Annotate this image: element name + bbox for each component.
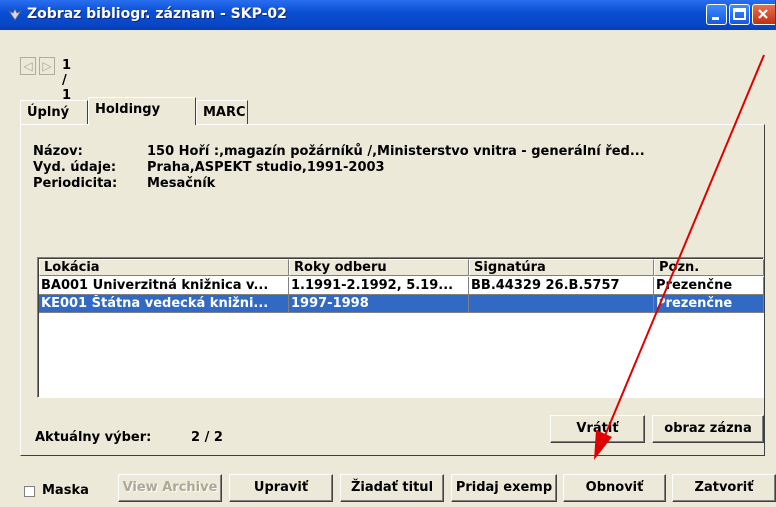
previous-record-button[interactable]: ◁ (20, 57, 36, 75)
title-value: 150 Hoří :,magazín požárníků /,Ministers… (147, 144, 645, 159)
tab-marc[interactable]: MARC (196, 100, 248, 124)
window: Zobraz bibliogr. záznam - SKP-02 ◁ ▷ 1 /… (0, 0, 776, 507)
cell-note: Prezenčne (654, 295, 764, 313)
cell-years: 1.1991-2.1992, 5.19... (289, 277, 469, 295)
request-title-button[interactable]: Žiadať titul (340, 474, 444, 502)
minimize-icon (712, 17, 719, 20)
cell-signature (469, 295, 654, 313)
current-selection-value: 2 / 2 (191, 430, 223, 445)
next-record-button[interactable]: ▷ (39, 57, 55, 75)
maximize-button[interactable] (729, 4, 750, 25)
column-header-years[interactable]: Roky odberu (289, 259, 469, 276)
column-header-note[interactable]: Pozn. (654, 259, 764, 276)
cell-location: KE001 Štátna vedecká knižni... (39, 295, 289, 313)
refresh-button[interactable]: Obnoviť (563, 474, 666, 502)
publisher-label: Vyd. údaje: (33, 160, 117, 175)
tab-label: MARC (203, 105, 246, 120)
app-icon (8, 8, 22, 21)
maximize-icon (733, 8, 746, 20)
column-header-signature[interactable]: Signatúra (469, 259, 654, 276)
tab-label: Úplný (27, 105, 70, 120)
close-button[interactable]: Zatvoriť (672, 474, 776, 502)
back-button[interactable]: Vrátiť (550, 415, 645, 443)
cell-note: Prezenčne (654, 277, 764, 295)
table-row-selected[interactable]: KE001 Štátna vedecká knižni... 1997-1998… (39, 295, 764, 313)
column-header-location[interactable]: Lokácia (39, 259, 289, 276)
add-copy-button[interactable]: Pridaj exemp (451, 474, 557, 502)
current-selection-label: Aktuálny výber: (35, 430, 152, 445)
holdings-table[interactable]: Lokácia Roky odberu Signatúra Pozn. BA00… (37, 257, 764, 398)
periodicity-value: Mesačník (147, 176, 216, 191)
edit-button[interactable]: Upraviť (229, 474, 333, 502)
publisher-value: Praha,ASPEKT studio,1991-2003 (147, 160, 385, 175)
tab-uplny[interactable]: Úplný (20, 100, 88, 124)
close-icon (758, 9, 768, 19)
cell-years: 1997-1998 (289, 295, 469, 313)
record-counter: 1 / 1 (62, 58, 72, 103)
close-window-button[interactable] (752, 4, 776, 25)
table-row[interactable]: BA001 Univerzitná knižnica v... 1.1991-2… (39, 277, 764, 295)
window-title: Zobraz bibliogr. záznam - SKP-02 (27, 6, 287, 22)
view-archive-button[interactable]: View Archive (118, 474, 222, 502)
mask-label[interactable]: Maska (42, 483, 89, 498)
cell-signature: BB.44329 26.B.5757 (469, 277, 654, 295)
show-record-button[interactable]: obraz zázna (652, 415, 764, 443)
minimize-button[interactable] (706, 4, 727, 25)
mask-checkbox[interactable] (24, 486, 35, 497)
title-bar[interactable]: Zobraz bibliogr. záznam - SKP-02 (0, 0, 776, 30)
chevron-right-icon: ▷ (42, 59, 52, 73)
cell-location: BA001 Univerzitná knižnica v... (39, 277, 289, 295)
table-header: Lokácia Roky odberu Signatúra Pozn. (39, 259, 764, 276)
periodicity-label: Periodicita: (33, 176, 118, 191)
tab-holdingy[interactable]: Holdingy (88, 97, 196, 125)
chevron-left-icon: ◁ (23, 59, 33, 73)
title-label: Názov: (33, 144, 83, 159)
tab-label: Holdingy (95, 102, 161, 117)
